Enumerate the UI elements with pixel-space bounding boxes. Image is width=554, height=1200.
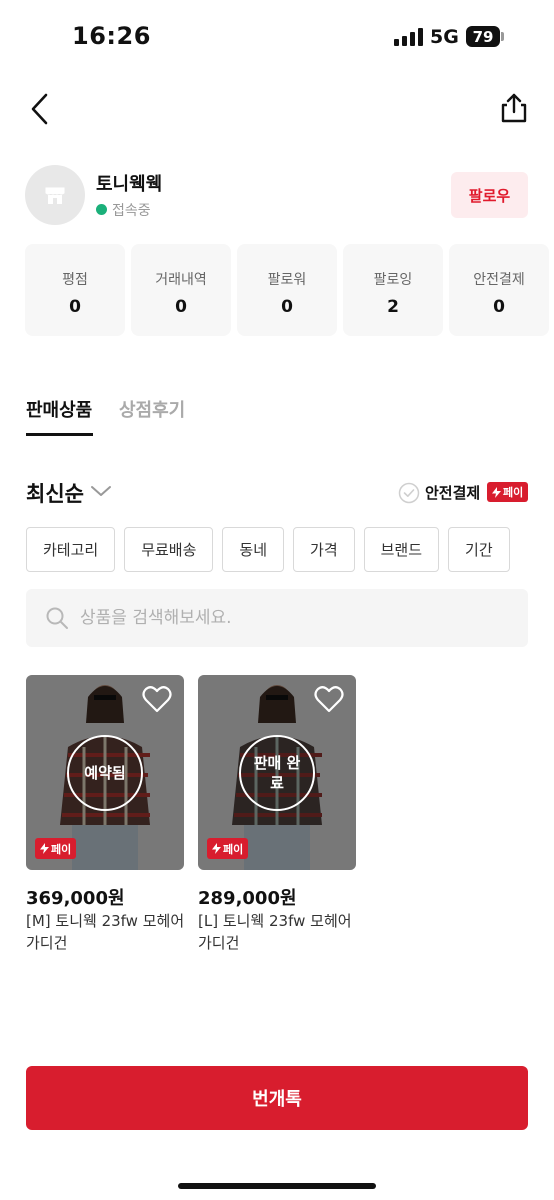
- share-icon[interactable]: [498, 92, 530, 124]
- chip-brand[interactable]: 브랜드: [363, 527, 440, 572]
- stat-value: 0: [69, 297, 81, 317]
- chip-period[interactable]: 기간: [448, 527, 510, 572]
- pay-badge-label: 페이: [503, 486, 524, 499]
- stat-following[interactable]: 팔로잉 2: [343, 244, 443, 336]
- safe-pay-filter-label[interactable]: 안전결제: [425, 482, 480, 503]
- lightning-icon: [492, 486, 501, 498]
- pay-badge: 페이: [207, 838, 249, 859]
- battery-icon: 79: [466, 26, 500, 47]
- heart-icon[interactable]: [314, 685, 344, 713]
- chip-neighborhood[interactable]: 동네: [222, 527, 285, 572]
- pay-badge-label: 페이: [223, 842, 244, 856]
- shop-stats: 평점 0 거래내역 0 팔로워 0 팔로잉 2 안전결제 0: [25, 244, 549, 336]
- tab-reviews[interactable]: 상점후기: [119, 396, 185, 422]
- chat-button[interactable]: 번개톡: [26, 1066, 528, 1130]
- stat-followers[interactable]: 팔로워 0: [237, 244, 337, 336]
- stat-value: 0: [281, 297, 293, 317]
- pay-badge-label: 페이: [51, 842, 72, 856]
- stat-safe-payment[interactable]: 안전결제 0: [449, 244, 549, 336]
- pay-badge: 페이: [35, 838, 77, 859]
- product-name[interactable]: [L] 토니웩 23fw 모헤어 가디건: [198, 910, 358, 954]
- product-image[interactable]: 예약됨 페이: [26, 675, 184, 870]
- network-label: 5G: [430, 26, 459, 48]
- online-status: 접속중: [112, 203, 151, 219]
- store-icon: [45, 187, 65, 204]
- check-circle-icon[interactable]: [398, 482, 420, 504]
- stat-value: 2: [387, 297, 399, 317]
- stat-label: 거래내역: [155, 272, 207, 288]
- heart-icon[interactable]: [142, 685, 172, 713]
- status-label: 예약됨: [67, 735, 143, 811]
- chip-category[interactable]: 카테고리: [26, 527, 116, 572]
- back-icon[interactable]: [28, 92, 54, 126]
- search-input[interactable]: [80, 601, 510, 635]
- stat-transactions[interactable]: 거래내역 0: [131, 244, 231, 336]
- signal-icon: [394, 28, 423, 46]
- status-time: 16:26: [72, 22, 151, 50]
- battery-cap: [501, 32, 504, 41]
- lightning-icon: [40, 843, 49, 854]
- chevron-down-icon[interactable]: [90, 483, 112, 499]
- avatar[interactable]: [25, 165, 85, 225]
- stat-rating[interactable]: 평점 0: [25, 244, 125, 336]
- stat-label: 팔로잉: [373, 272, 413, 288]
- product-image[interactable]: 판매 완료 페이: [198, 675, 356, 870]
- tab-active-indicator: [26, 433, 93, 436]
- home-indicator: [178, 1183, 376, 1189]
- stat-label: 평점: [62, 272, 88, 288]
- status-label: 판매 완료: [239, 735, 315, 811]
- stat-value: 0: [493, 297, 505, 317]
- shop-name: 토니웩웩: [96, 174, 163, 195]
- stat-label: 팔로워: [267, 272, 307, 288]
- product-price: 369,000원: [26, 888, 125, 909]
- chip-price[interactable]: 가격: [293, 527, 355, 572]
- lightning-icon: [212, 843, 221, 854]
- follow-button[interactable]: 팔로우: [451, 172, 528, 218]
- stat-value: 0: [175, 297, 187, 317]
- filter-chips: 카테고리 무료배송 동네 가격 브랜드 기간: [26, 527, 510, 572]
- chip-free-shipping[interactable]: 무료배송: [124, 527, 214, 572]
- tab-products[interactable]: 판매상품: [26, 396, 92, 422]
- product-price: 289,000원: [198, 888, 297, 909]
- online-dot-icon: [96, 204, 107, 215]
- search-icon: [46, 607, 68, 629]
- sort-dropdown[interactable]: 최신순: [26, 478, 84, 508]
- stat-label: 안전결제: [473, 272, 525, 288]
- product-name[interactable]: [M] 토니웩 23fw 모헤어 가디건: [26, 910, 186, 954]
- pay-badge: 페이: [487, 482, 529, 502]
